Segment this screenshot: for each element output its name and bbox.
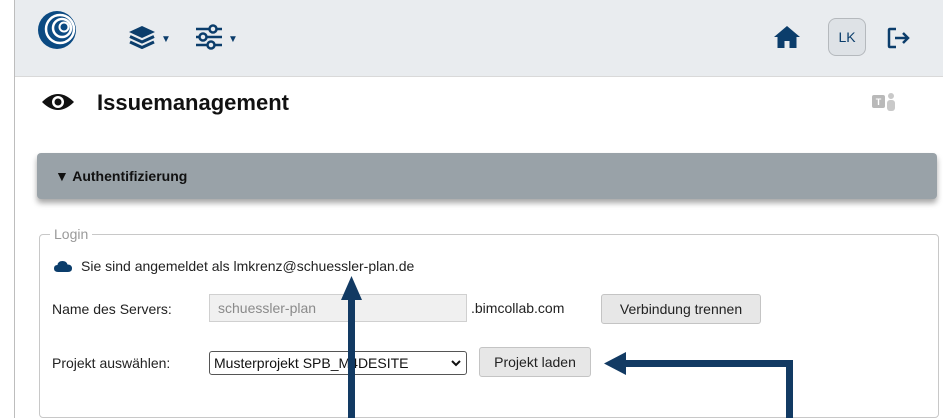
- login-status-text: Sie sind angemeldet als lmkrenz@schuessl…: [81, 258, 415, 274]
- server-suffix: .bimcollab.com: [471, 300, 565, 316]
- server-name-input[interactable]: schuessler-plan: [209, 294, 467, 322]
- chevron-down-icon: ▼: [161, 33, 171, 45]
- svg-text:T: T: [876, 97, 882, 107]
- top-navbar: ▼ ▼ LK: [15, 0, 943, 77]
- authentication-accordion-header[interactable]: ▼ Authentifizierung: [37, 153, 937, 199]
- sliders-icon: [194, 24, 224, 55]
- project-select[interactable]: Musterprojekt SPB_M4DESITE: [209, 351, 467, 375]
- accordion-label: ▼ Authentifizierung: [55, 168, 188, 184]
- server-label: Name des Servers:: [52, 301, 172, 317]
- avatar[interactable]: LK: [828, 18, 866, 56]
- page-title: Issuemanagement: [97, 90, 289, 115]
- layers-menu-button[interactable]: ▼: [127, 24, 171, 55]
- settings-menu-button[interactable]: ▼: [194, 24, 238, 55]
- login-legend: Login: [50, 226, 93, 242]
- home-icon[interactable]: [773, 25, 801, 49]
- layers-icon: [127, 24, 157, 55]
- logout-icon[interactable]: [887, 27, 911, 49]
- project-label: Projekt auswählen:: [52, 355, 171, 371]
- chevron-down-icon: [451, 360, 461, 367]
- load-project-button[interactable]: Projekt laden: [479, 347, 591, 377]
- app-frame: ▼ ▼ LK Issuemanagement T ▼ Authentifizie…: [14, 0, 943, 418]
- teams-icon[interactable]: T: [871, 91, 897, 113]
- disconnect-button[interactable]: Verbindung trennen: [601, 294, 761, 324]
- chevron-down-icon: ▼: [228, 33, 238, 45]
- eye-icon: [41, 92, 75, 112]
- project-select-value: Musterprojekt SPB_M4DESITE: [214, 355, 409, 371]
- cloud-icon: [53, 259, 73, 273]
- swirl-logo-icon[interactable]: [37, 10, 77, 50]
